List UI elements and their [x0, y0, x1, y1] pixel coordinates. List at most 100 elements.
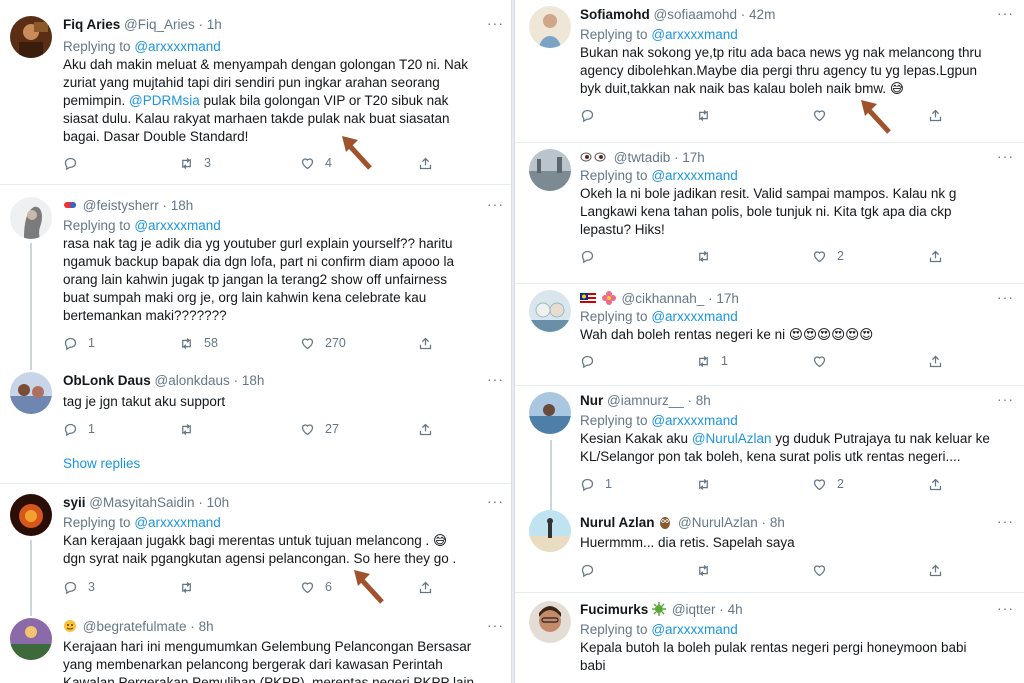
- user-handle[interactable]: @begratefulmate: [83, 619, 187, 634]
- more-options-icon[interactable]: ···: [487, 618, 504, 632]
- reply-tweet[interactable]: syii @MasyitahSaidin · 10h ··· Replying …: [0, 484, 511, 608]
- user-handle[interactable]: @iamnurz__: [607, 393, 684, 408]
- mention-link[interactable]: @arxxxxmand: [134, 218, 220, 233]
- user-handle[interactable]: @sofiaamohd: [654, 7, 738, 22]
- share-button[interactable]: [418, 334, 433, 352]
- reply-button[interactable]: [580, 352, 605, 370]
- reply-button[interactable]: [580, 106, 605, 124]
- reply-tweet[interactable]: @feistysherr · 18h ··· Replying to @arxx…: [0, 185, 511, 362]
- more-options-icon[interactable]: ···: [487, 197, 504, 211]
- timestamp[interactable]: 18h: [242, 373, 265, 388]
- like-button[interactable]: [812, 106, 837, 124]
- avatar[interactable]: [10, 197, 52, 239]
- mention-link[interactable]: @arxxxxmand: [134, 39, 220, 54]
- retweet-button[interactable]: 3: [179, 154, 211, 172]
- more-options-icon[interactable]: ···: [487, 16, 504, 30]
- mention-link[interactable]: @arxxxxmand: [651, 27, 737, 42]
- share-button[interactable]: [418, 578, 433, 596]
- reply-tweet[interactable]: Nur @iamnurz__ · 8h ··· Replying to @arx…: [515, 386, 1024, 506]
- like-button[interactable]: 270: [300, 334, 346, 352]
- reply-button[interactable]: [580, 561, 605, 579]
- retweet-button[interactable]: [696, 561, 721, 579]
- user-handle[interactable]: @Fiq_Aries: [124, 17, 195, 32]
- display-name[interactable]: syii: [63, 495, 86, 510]
- reply-button[interactable]: [580, 247, 605, 265]
- mention-link[interactable]: @arxxxxmand: [651, 309, 737, 324]
- reply-tweet[interactable]: @twtadib · 17h ··· Replying to @arxxxxma…: [515, 143, 1024, 283]
- share-button[interactable]: [418, 420, 433, 438]
- share-button[interactable]: [928, 561, 943, 579]
- user-handle[interactable]: @twtadib: [614, 150, 670, 165]
- avatar[interactable]: [10, 16, 52, 58]
- timestamp[interactable]: 10h: [207, 495, 230, 510]
- retweet-button[interactable]: 58: [179, 334, 218, 352]
- user-handle[interactable]: @MasyitahSaidin: [89, 495, 194, 510]
- reply-tweet[interactable]: @begratefulmate · 8h ··· Kerajaan hari i…: [0, 608, 511, 683]
- timestamp[interactable]: 4h: [728, 602, 743, 617]
- mention-link[interactable]: @PDRMsia: [129, 93, 200, 108]
- reply-button[interactable]: 1: [63, 420, 95, 438]
- avatar[interactable]: [10, 372, 52, 414]
- user-handle[interactable]: @iqtter: [672, 602, 716, 617]
- share-button[interactable]: [928, 106, 943, 124]
- share-button[interactable]: [418, 154, 433, 172]
- timestamp[interactable]: 18h: [171, 198, 194, 213]
- reply-tweet[interactable]: Nurul Azlan @NurulAzlan · 8h ··· Huermmm…: [515, 506, 1024, 592]
- timestamp[interactable]: 8h: [696, 393, 711, 408]
- like-button[interactable]: 6: [300, 578, 332, 596]
- mention-link[interactable]: @arxxxxmand: [134, 515, 220, 530]
- timestamp[interactable]: 8h: [199, 619, 214, 634]
- retweet-button[interactable]: [179, 578, 204, 596]
- timestamp[interactable]: 8h: [770, 515, 785, 530]
- user-handle[interactable]: @feistysherr: [83, 198, 159, 213]
- like-button[interactable]: [812, 352, 837, 370]
- display-name[interactable]: Nur: [580, 393, 603, 408]
- avatar[interactable]: [529, 290, 571, 332]
- show-replies-link[interactable]: Show replies: [63, 456, 140, 471]
- display-name[interactable]: ObLonk Daus: [63, 373, 151, 388]
- timestamp[interactable]: 17h: [716, 291, 739, 306]
- more-options-icon[interactable]: ···: [997, 149, 1014, 163]
- reply-tweet[interactable]: @cikhannah_ · 17h ··· Replying to @arxxx…: [515, 284, 1024, 385]
- mention-link[interactable]: @NurulAzlan: [692, 431, 772, 446]
- display-name[interactable]: Fucimurks: [580, 602, 648, 617]
- reply-tweet[interactable]: Fiq Aries @Fiq_Aries · 1h ··· Replying t…: [0, 0, 511, 184]
- avatar[interactable]: [10, 618, 52, 660]
- user-handle[interactable]: @alonkdaus: [155, 373, 230, 388]
- like-button[interactable]: 27: [300, 420, 339, 438]
- share-button[interactable]: [928, 352, 943, 370]
- avatar[interactable]: [529, 392, 571, 434]
- more-options-icon[interactable]: ···: [997, 6, 1014, 20]
- more-options-icon[interactable]: ···: [997, 392, 1014, 406]
- more-options-icon[interactable]: ···: [487, 494, 504, 508]
- reply-tweet[interactable]: Fucimurks @iqtter · 4h ··· Replying to @…: [515, 593, 1024, 683]
- like-button[interactable]: 4: [300, 154, 332, 172]
- mention-link[interactable]: @arxxxxmand: [651, 168, 737, 183]
- avatar[interactable]: [529, 601, 571, 643]
- reply-button[interactable]: [63, 154, 88, 172]
- share-button[interactable]: [928, 247, 943, 265]
- retweet-button[interactable]: [696, 475, 721, 493]
- more-options-icon[interactable]: ···: [997, 514, 1014, 528]
- more-options-icon[interactable]: ···: [997, 601, 1014, 615]
- display-name[interactable]: Fiq Aries: [63, 17, 120, 32]
- more-options-icon[interactable]: ···: [487, 372, 504, 386]
- user-handle[interactable]: @NurulAzlan: [678, 515, 758, 530]
- mention-link[interactable]: @arxxxxmand: [651, 413, 737, 428]
- share-button[interactable]: [928, 475, 943, 493]
- retweet-button[interactable]: 1: [696, 352, 728, 370]
- timestamp[interactable]: 17h: [682, 150, 705, 165]
- avatar[interactable]: [529, 6, 571, 48]
- reply-tweet[interactable]: ObLonk Daus @alonkdaus · 18h ··· tag je …: [0, 362, 511, 485]
- retweet-button[interactable]: [696, 247, 721, 265]
- user-handle[interactable]: @cikhannah_: [622, 291, 705, 306]
- display-name[interactable]: Sofiamohd: [580, 7, 650, 22]
- like-button[interactable]: 2: [812, 475, 844, 493]
- reply-button[interactable]: 1: [580, 475, 612, 493]
- avatar[interactable]: [529, 149, 571, 191]
- retweet-button[interactable]: [696, 106, 721, 124]
- reply-tweet[interactable]: Sofiamohd @sofiaamohd · 42m ··· Replying…: [515, 0, 1024, 142]
- like-button[interactable]: 2: [812, 247, 844, 265]
- display-name[interactable]: Nurul Azlan: [580, 515, 655, 530]
- retweet-button[interactable]: [179, 420, 204, 438]
